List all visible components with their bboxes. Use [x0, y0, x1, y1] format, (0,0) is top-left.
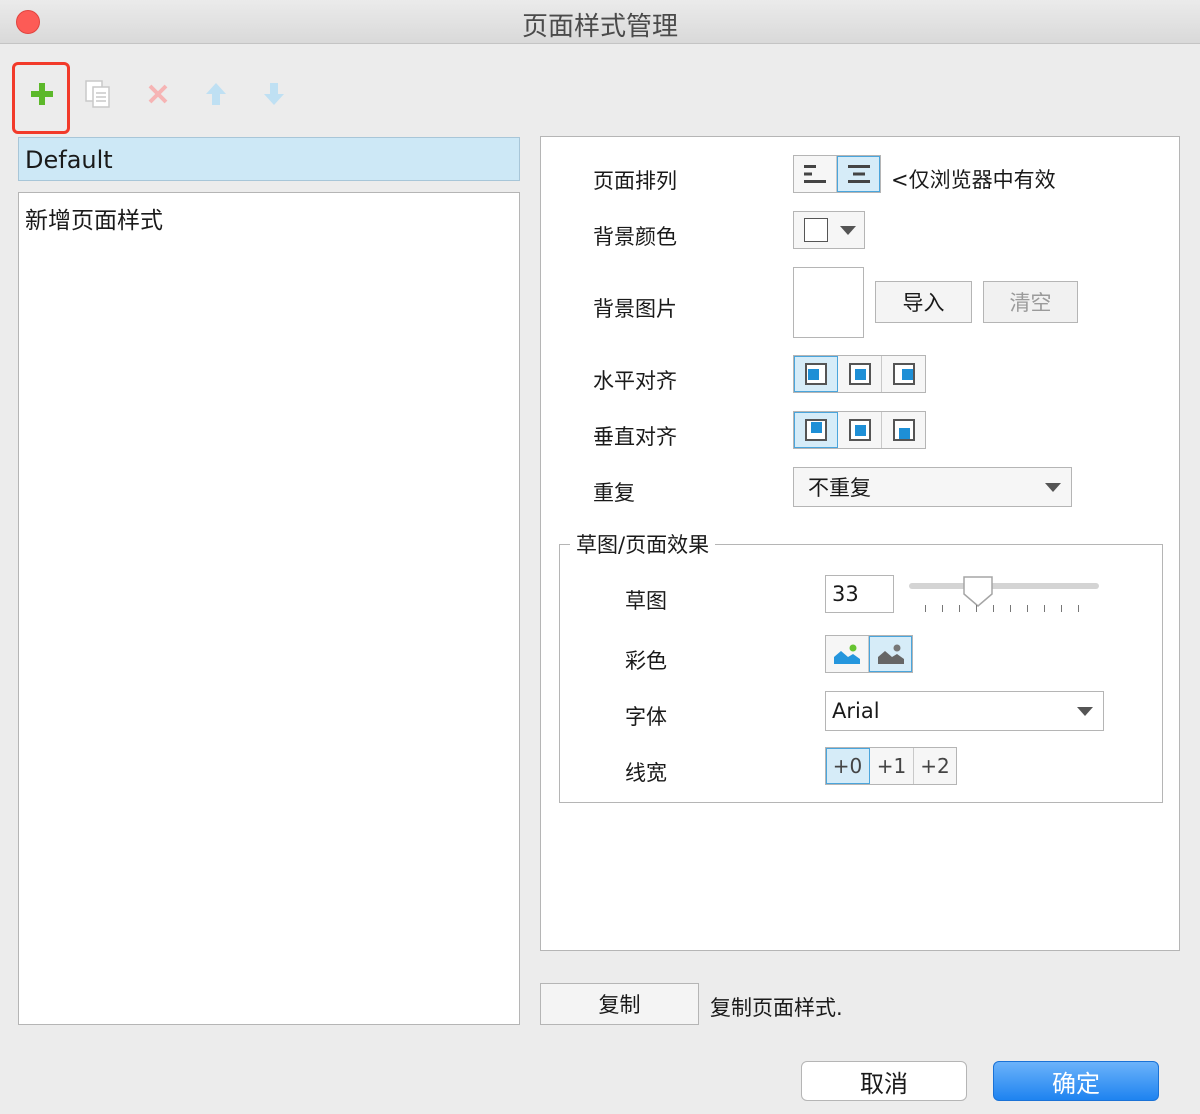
h-align-center-option[interactable] — [838, 356, 882, 392]
duplicate-style-button[interactable] — [74, 70, 122, 118]
grayscale-mode-option[interactable] — [869, 636, 912, 672]
align-top-box-icon — [804, 419, 827, 441]
page-align-toggle — [793, 155, 881, 193]
import-button[interactable]: 导入 — [875, 281, 972, 323]
arrow-up-icon — [206, 83, 226, 105]
plus-icon — [31, 83, 53, 105]
page-align-label: 页面排列 — [593, 169, 677, 193]
ok-button[interactable]: 确定 — [993, 1061, 1159, 1101]
delete-style-button[interactable] — [134, 70, 182, 118]
h-align-left-option[interactable] — [794, 356, 838, 392]
color-label: 彩色 — [625, 649, 667, 673]
copy-description: 复制页面样式. — [710, 996, 843, 1020]
delete-icon — [148, 84, 168, 104]
align-left-icon — [804, 165, 826, 183]
line-width-option[interactable]: +1 — [870, 748, 914, 784]
bg-image-preview — [793, 267, 864, 338]
bg-color-picker[interactable] — [793, 211, 865, 249]
sketch-slider-ticks — [925, 605, 1085, 613]
align-left-box-icon — [804, 363, 827, 385]
repeat-select-value: 不重复 — [808, 476, 871, 500]
font-select[interactable]: Arial — [825, 691, 1104, 731]
align-center-option[interactable] — [837, 156, 880, 192]
page-align-note: <仅浏览器中有效 — [891, 168, 1056, 192]
h-align-label: 水平对齐 — [593, 369, 677, 393]
window-title: 页面样式管理 — [521, 12, 678, 42]
color-swatch — [804, 218, 828, 242]
align-center-box-icon — [848, 363, 871, 385]
grayscale-image-icon — [877, 644, 904, 664]
cancel-button[interactable]: 取消 — [801, 1061, 967, 1101]
style-item[interactable]: 新增页面样式 — [25, 201, 513, 235]
chevron-down-icon — [840, 226, 856, 235]
h-align-toggle — [793, 355, 926, 393]
move-down-button[interactable] — [250, 70, 298, 118]
color-mode-option[interactable] — [826, 636, 869, 672]
line-width-option[interactable]: +2 — [914, 748, 956, 784]
font-label: 字体 — [625, 705, 667, 729]
v-align-middle-option[interactable] — [838, 412, 882, 448]
align-left-option[interactable] — [794, 156, 837, 192]
v-align-toggle — [793, 411, 926, 449]
align-right-box-icon — [892, 363, 915, 385]
chevron-down-icon — [1077, 707, 1093, 716]
align-middle-box-icon — [848, 419, 871, 441]
repeat-select[interactable]: 不重复 — [793, 467, 1072, 507]
sketch-value: 33 — [832, 582, 859, 606]
h-align-right-option[interactable] — [882, 356, 925, 392]
move-up-button[interactable] — [192, 70, 240, 118]
add-style-button[interactable] — [18, 70, 66, 118]
sketch-slider-track[interactable] — [909, 583, 1099, 589]
bg-color-label: 背景颜色 — [593, 225, 677, 249]
align-center-icon — [847, 165, 870, 183]
line-width-label: 线宽 — [625, 761, 667, 785]
title-bar: 页面样式管理 — [0, 0, 1200, 44]
style-item-default[interactable]: Default — [18, 137, 520, 181]
color-mode-toggle — [825, 635, 913, 673]
font-select-value: Arial — [832, 699, 880, 723]
properties-panel: 页面排列 <仅浏览器中有效 背景颜色 背景图片 导入 清空 水平对齐 垂直对齐 … — [540, 136, 1180, 951]
copy-button[interactable]: 复制 — [540, 983, 699, 1025]
sketch-label: 草图 — [625, 589, 667, 613]
line-width-toggle: +0 +1 +2 — [825, 747, 957, 785]
v-align-bottom-option[interactable] — [882, 412, 925, 448]
align-bottom-box-icon — [892, 419, 915, 441]
sketch-value-input[interactable]: 33 — [825, 575, 894, 613]
sketch-effects-legend: 草图/页面效果 — [576, 533, 710, 557]
chevron-down-icon — [1045, 483, 1061, 492]
copy-icon — [85, 80, 110, 108]
v-align-label: 垂直对齐 — [593, 425, 677, 449]
repeat-label: 重复 — [593, 481, 635, 505]
line-width-option[interactable]: +0 — [826, 748, 870, 784]
color-image-icon — [834, 644, 860, 664]
sketch-slider-thumb[interactable] — [961, 574, 995, 608]
v-align-top-option[interactable] — [794, 412, 838, 448]
arrow-down-icon — [264, 83, 284, 105]
clear-button[interactable]: 清空 — [983, 281, 1078, 323]
bg-image-label: 背景图片 — [593, 297, 677, 321]
style-list[interactable]: 新增页面样式 — [18, 192, 520, 1025]
